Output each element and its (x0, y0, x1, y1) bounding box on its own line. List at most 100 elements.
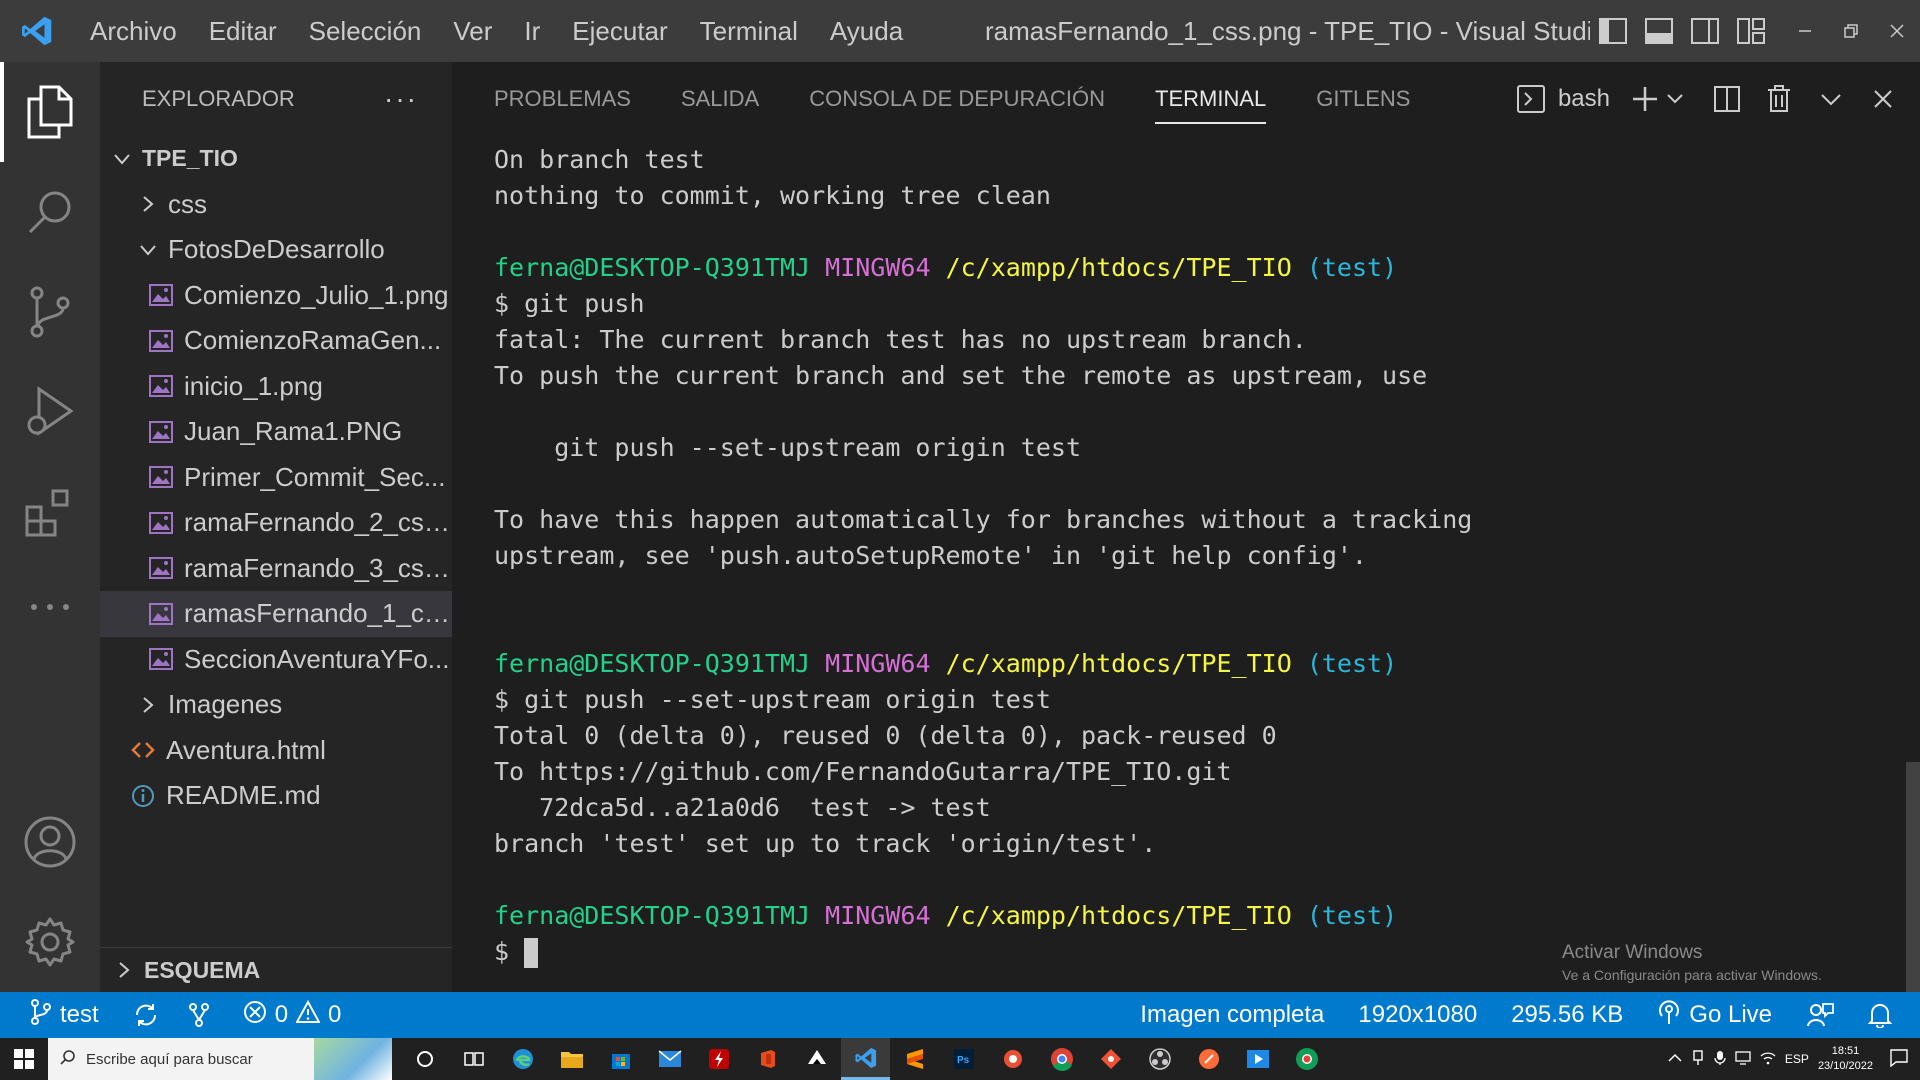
menu-ir[interactable]: Ir (508, 0, 556, 62)
problems-status[interactable]: 0 0 (243, 999, 341, 1031)
postman-icon[interactable] (1184, 1038, 1233, 1080)
menu-terminal[interactable]: Terminal (684, 0, 814, 62)
task-view-icon[interactable] (449, 1038, 498, 1080)
tree-file-html[interactable]: Aventura.html (100, 728, 452, 774)
close-panel-icon[interactable] (1866, 82, 1900, 116)
tree-file-image[interactable]: Comienzo_Julio_1.png (100, 273, 452, 319)
feedback-icon[interactable] (1806, 1002, 1834, 1028)
menu-ver[interactable]: Ver (437, 0, 508, 62)
restore-icon[interactable] (1828, 0, 1874, 62)
branch-status[interactable]: test (30, 998, 99, 1032)
maximize-panel-chevron-icon[interactable] (1814, 82, 1848, 116)
terminal-output[interactable]: On branch test nothing to commit, working… (494, 142, 1894, 970)
chevron-down-icon[interactable] (1658, 82, 1692, 116)
microsoft-store-icon[interactable] (596, 1038, 645, 1080)
tray-chevron-up-icon[interactable] (1668, 1052, 1682, 1066)
terminal-output-line: upstream, see 'push.autoSetupRemote' in … (494, 541, 1367, 570)
inkscape-icon[interactable] (792, 1038, 841, 1080)
more-views-icon[interactable] (0, 557, 100, 657)
terminal-scrollbar[interactable] (1906, 762, 1920, 992)
tree-folder-css[interactable]: css (100, 182, 452, 228)
sublime-text-icon[interactable] (890, 1038, 939, 1080)
tree-file-image[interactable]: Primer_Commit_Sec... (100, 455, 452, 501)
toggle-secondary-sidebar-icon[interactable] (1690, 16, 1720, 46)
obs-icon[interactable] (1135, 1038, 1184, 1080)
menu-ayuda[interactable]: Ayuda (814, 0, 919, 62)
source-control-icon[interactable] (0, 262, 100, 362)
vscode-taskbar-icon[interactable] (841, 1038, 890, 1080)
panel-tabs: PROBLEMAS SALIDA CONSOLA DE DEPURACIÓN T… (452, 62, 1460, 136)
windows-start-icon[interactable] (0, 1038, 48, 1080)
explorer-icon[interactable] (0, 62, 100, 162)
menu-archivo[interactable]: Archivo (74, 0, 193, 62)
title-bar: Archivo Editar Selección Ver Ir Ejecutar… (0, 0, 1920, 62)
tree-file-image[interactable]: Juan_Rama1.PNG (100, 409, 452, 455)
mail-icon[interactable] (645, 1038, 694, 1080)
toggle-primary-sidebar-icon[interactable] (1598, 16, 1628, 46)
tree-file-markdown[interactable]: README.md (100, 773, 452, 819)
git-kraken-icon[interactable] (1086, 1038, 1135, 1080)
toggle-panel-icon[interactable] (1644, 16, 1674, 46)
terminal-shell-icon[interactable] (1514, 82, 1548, 116)
tree-file-image-selected[interactable]: ramasFernando_1_cs... (100, 591, 452, 637)
tab-gitlens[interactable]: GITLENS (1316, 62, 1410, 136)
system-tray: ESP 18:51 23/10/2022 (1668, 1038, 1920, 1080)
new-terminal-icon[interactable] (1628, 82, 1662, 116)
activate-windows-watermark: Activar Windows Ve a Configuración para … (1562, 942, 1822, 983)
tree-file-image[interactable]: SeccionAventuraYFo... (100, 637, 452, 683)
git-tool-icon[interactable] (988, 1038, 1037, 1080)
extensions-icon[interactable] (0, 462, 100, 562)
menu-editar[interactable]: Editar (193, 0, 293, 62)
tree-file-image[interactable]: ramaFernando_2_css... (100, 500, 452, 546)
customize-layout-icon[interactable] (1736, 16, 1766, 46)
edge-icon[interactable] (498, 1038, 547, 1080)
terminal-shell-name[interactable]: bash (1558, 85, 1610, 113)
image-mode-status[interactable]: Imagen completa (1140, 1001, 1324, 1029)
trash-icon[interactable] (1762, 82, 1796, 116)
action-center-icon[interactable] (1890, 1048, 1908, 1070)
settings-gear-icon[interactable] (0, 892, 100, 992)
split-terminal-icon[interactable] (1710, 82, 1744, 116)
html-file-icon (130, 737, 156, 763)
filezilla-icon[interactable] (694, 1038, 743, 1080)
more-actions-icon[interactable]: ··· (384, 83, 418, 115)
tab-problemas[interactable]: PROBLEMAS (494, 62, 631, 136)
taskbar-clock[interactable]: 18:51 23/10/2022 (1818, 1044, 1873, 1074)
media-player-icon[interactable] (1233, 1038, 1282, 1080)
chrome-icon[interactable] (1037, 1038, 1086, 1080)
tree-root-folder[interactable]: TPE_TIO (100, 136, 452, 182)
window-title: ramasFernando_1_css.png - TPE_TIO - Visu… (985, 16, 1590, 46)
display-icon[interactable] (1735, 1050, 1751, 1068)
chrome-profile-icon[interactable] (1282, 1038, 1331, 1080)
photoshop-icon[interactable]: Ps (939, 1038, 988, 1080)
tab-consola-depuracion[interactable]: CONSOLA DE DEPURACIÓN (809, 62, 1105, 136)
tree-folder-imagenes[interactable]: Imagenes (100, 682, 452, 728)
run-debug-icon[interactable] (0, 362, 100, 462)
file-explorer-icon[interactable] (547, 1038, 596, 1080)
search-icon[interactable] (0, 162, 100, 262)
accounts-icon[interactable] (0, 792, 100, 892)
cortana-icon[interactable] (400, 1038, 449, 1080)
tab-salida[interactable]: SALIDA (681, 62, 759, 136)
wifi-icon[interactable] (1760, 1051, 1776, 1068)
close-window-icon[interactable] (1874, 0, 1920, 62)
microphone-icon[interactable] (1714, 1050, 1726, 1069)
go-live-button[interactable]: Go Live (1657, 999, 1772, 1032)
minimize-icon[interactable] (1782, 0, 1828, 62)
watermark-subtitle: Ve a Configuración para activar Windows. (1562, 967, 1822, 983)
sync-icon[interactable] (133, 1002, 159, 1028)
language-indicator[interactable]: ESP (1785, 1052, 1809, 1066)
tab-terminal[interactable]: TERMINAL (1155, 62, 1267, 136)
tree-file-image[interactable]: ramaFernando_3_css... (100, 546, 452, 592)
gitlens-icon[interactable] (187, 1002, 211, 1028)
tree-file-image[interactable]: ComienzoRamaGen... (100, 318, 452, 364)
notifications-bell-icon[interactable] (1868, 1002, 1892, 1028)
outline-section-header[interactable]: ESQUEMA (100, 947, 452, 992)
menu-ejecutar[interactable]: Ejecutar (556, 0, 683, 62)
office-icon[interactable] (743, 1038, 792, 1080)
tree-file-image[interactable]: inicio_1.png (100, 364, 452, 410)
tree-folder-fotosdedesarrollo[interactable]: FotosDeDesarrollo (100, 227, 452, 273)
menu-seleccion[interactable]: Selección (293, 0, 438, 62)
taskbar-search-box[interactable]: Escribe aquí para buscar (48, 1038, 392, 1080)
usb-device-icon[interactable] (1691, 1049, 1705, 1069)
